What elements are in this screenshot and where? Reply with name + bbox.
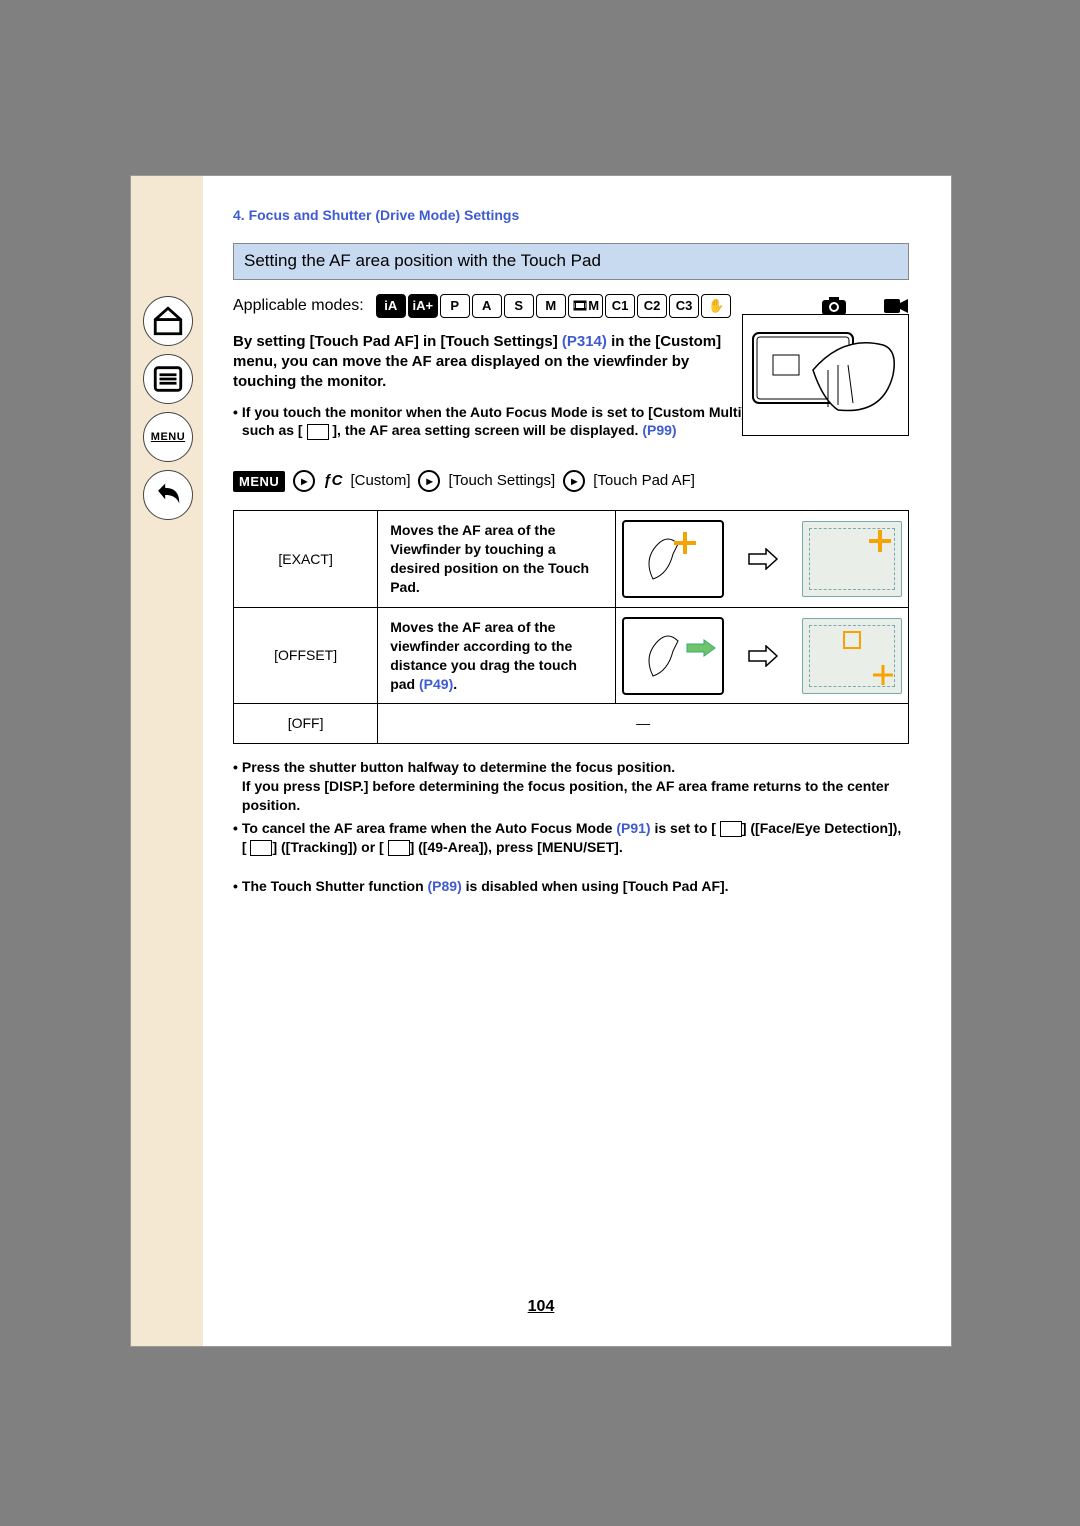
tracking-icon	[250, 840, 272, 856]
link-p89[interactable]: (P89)	[428, 878, 462, 894]
opt-desc: Moves the AF area of the viewfinder acco…	[378, 607, 616, 704]
table-row: [OFFSET] Moves the AF area of the viewfi…	[234, 607, 909, 704]
mode-c3: C3	[669, 294, 699, 318]
menu-path-item: [Touch Settings]	[448, 471, 555, 491]
menu-button[interactable]: MENU	[143, 412, 193, 462]
chapter-title: 4. Focus and Shutter (Drive Mode) Settin…	[233, 206, 909, 225]
table-row: [OFF] —	[234, 704, 909, 744]
menu-path-item: [Custom]	[350, 471, 410, 491]
opt-label: [OFFSET]	[234, 607, 378, 704]
toc-button[interactable]	[143, 354, 193, 404]
section-title: Setting the AF area position with the To…	[233, 243, 909, 280]
opt-desc: Moves the AF area of the Viewfinder by t…	[378, 511, 616, 608]
after-notes: • Press the shutter button halfway to de…	[233, 758, 909, 895]
mode-movie-m: 🎞M	[568, 294, 603, 318]
sidebar: MENU	[131, 176, 203, 1346]
49-area-icon	[388, 840, 410, 856]
mode-c1: C1	[605, 294, 635, 318]
menu-path: MENU ▸ ƒC [Custom] ▸ [Touch Settings] ▸ …	[233, 470, 909, 492]
modes-label: Applicable modes:	[233, 295, 364, 317]
custom-fc-icon: ƒC	[323, 471, 342, 491]
link-p49[interactable]: (P49)	[419, 676, 453, 692]
link-p91[interactable]: (P91)	[616, 820, 650, 836]
link-p314[interactable]: (P314)	[562, 333, 607, 350]
mode-p: P	[440, 294, 470, 318]
mode-a: A	[472, 294, 502, 318]
mode-ia-plus: iA+	[408, 294, 438, 318]
home-button[interactable]	[143, 296, 193, 346]
arrow-step-icon: ▸	[563, 470, 585, 492]
page-number: 104	[131, 1298, 951, 1316]
list-icon	[151, 362, 185, 396]
table-row: [EXACT] Moves the AF area of the Viewfin…	[234, 511, 909, 608]
home-icon	[151, 304, 185, 338]
opt-illustration	[616, 511, 909, 608]
back-icon	[151, 478, 185, 512]
mode-c2: C2	[637, 294, 667, 318]
options-table: [EXACT] Moves the AF area of the Viewfin…	[233, 510, 909, 744]
opt-label: [EXACT]	[234, 511, 378, 608]
arrow-step-icon: ▸	[293, 470, 315, 492]
opt-label: [OFF]	[234, 704, 378, 744]
video-icon	[883, 296, 909, 316]
note-block: • If you touch the monitor when the Auto…	[233, 403, 773, 441]
menu-label: MENU	[151, 431, 185, 443]
link-p99[interactable]: (P99)	[642, 422, 676, 438]
intro-paragraph: By setting [Touch Pad AF] in [Touch Sett…	[233, 332, 753, 393]
arrow-step-icon: ▸	[418, 470, 440, 492]
opt-desc: —	[378, 704, 909, 744]
opt-illustration	[616, 607, 909, 704]
face-eye-icon	[720, 821, 742, 837]
menu-tag: MENU	[233, 471, 285, 493]
mode-palette: ✋	[701, 294, 731, 318]
back-button[interactable]	[143, 470, 193, 520]
mode-m: M	[536, 294, 566, 318]
mode-s: S	[504, 294, 534, 318]
menu-path-item: [Touch Pad AF]	[593, 471, 695, 491]
camera-icon	[821, 296, 847, 316]
viewfinder-illustration	[742, 314, 909, 436]
multi-area-icon	[307, 424, 329, 440]
mode-ia: iA	[376, 294, 406, 318]
